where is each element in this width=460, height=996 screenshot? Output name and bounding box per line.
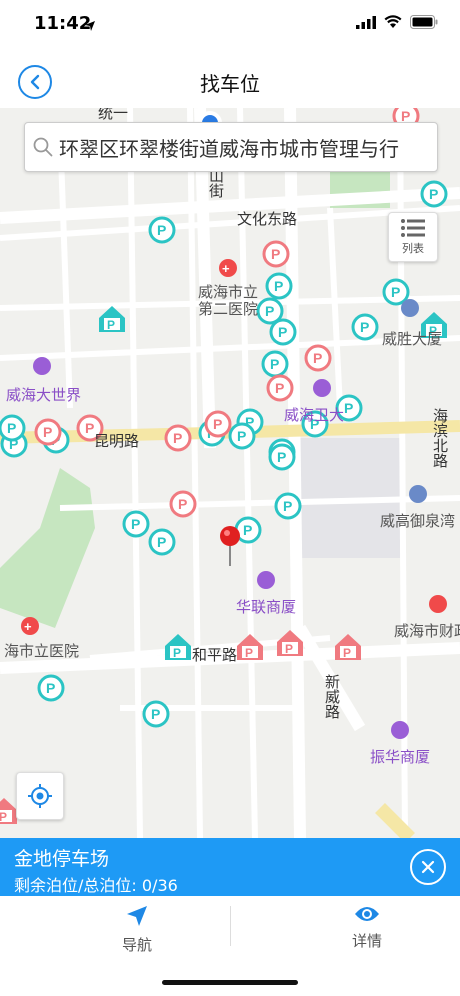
svg-text:P: P [313,350,322,366]
battery-icon [410,14,438,33]
status-icons [356,14,438,33]
parking-info-panel: 金地停车场 剩余泊位/总泊位: 0/36 [0,838,460,896]
svg-text:P: P [243,522,252,538]
tab-details[interactable]: 详情 [252,896,460,956]
svg-text:P: P [178,496,187,512]
tab-divider [230,906,231,946]
svg-text:P: P [283,498,292,514]
list-icon [401,219,425,237]
search-input[interactable]: 环翠区环翠楼街道威海市城市管理与行 [24,122,438,172]
svg-text:P: P [391,284,400,300]
svg-text:P: P [429,186,438,202]
poi-hualian[interactable]: 华联商厦 [236,596,296,617]
close-icon [421,860,435,874]
tab-navigate[interactable]: 导航 [22,896,252,956]
svg-text:P: P [107,318,115,332]
selected-pin-icon [220,526,240,566]
poi-hospital2[interactable]: 威海市立第二医院 [198,284,258,318]
location-arrow-icon [84,17,96,36]
parking-lot-name: 金地停车场 [14,848,110,870]
navigation-bar: 找车位 [0,50,460,108]
svg-text:P: P [265,303,274,319]
svg-text:P: P [270,356,279,372]
tab-details-label: 详情 [351,932,382,950]
navigation-arrow-icon [127,906,147,926]
svg-text:P: P [285,642,293,656]
road-label-heping: 和平路 [192,646,238,664]
svg-text:P: P [7,420,16,436]
crosshair-icon [28,784,52,808]
svg-text:P: P [360,319,369,335]
svg-text:P: P [277,449,286,465]
list-button[interactable]: 列表 [388,212,438,262]
wifi-icon [384,14,402,33]
svg-text:P: P [131,516,140,532]
search-text: 环翠区环翠楼街道威海市城市管理与行 [59,136,399,161]
svg-text:P: P [237,428,246,444]
svg-text:P: P [271,246,280,262]
list-button-label: 列表 [402,242,424,255]
close-panel-button[interactable] [410,849,446,885]
page-title: 找车位 [200,72,260,96]
svg-text:P: P [274,278,283,294]
tab-navigate-label: 导航 [121,936,152,954]
search-icon [33,137,53,157]
road-label-top: 统一 [98,108,129,122]
svg-text:P: P [213,416,222,432]
svg-text:P: P [343,646,351,660]
eye-icon [355,907,379,921]
status-bar: 11:42 [0,0,460,50]
poi-caizheng[interactable]: 威海市财政 [394,620,460,641]
poi-weisheng[interactable]: 威胜大厦 [382,328,442,349]
road-label-kunming: 昆明路 [94,432,140,450]
svg-text:P: P [278,324,287,340]
poi-zhenhua[interactable]: 振华商厦 [370,746,430,767]
svg-text:P: P [0,810,7,824]
poi-yuquan[interactable]: 威高御泉湾 [380,510,455,531]
svg-text:P: P [43,424,52,440]
svg-text:P: P [275,380,284,396]
road-label-haibin: 海滨北路 [431,408,449,468]
poi-weihaiwei[interactable]: 威海卫大 [284,404,344,425]
svg-text:P: P [173,430,182,446]
signal-icon [356,14,376,33]
svg-text:P: P [157,222,166,238]
parking-lot-stats: 剩余泊位/总泊位: 0/36 [14,876,178,895]
road-label-wenhua: 文化东路 [237,210,298,228]
svg-text:P: P [151,706,160,722]
home-indicator[interactable] [162,980,298,985]
status-time: 11:42 [34,13,92,34]
poi-shili[interactable]: 海市立医院 [4,640,79,661]
road-label-xinwei: 新威路 [323,674,341,719]
svg-text:P: P [173,646,181,660]
poi-dashijie[interactable]: 威海大世界 [6,384,81,405]
locate-button[interactable] [16,772,64,820]
svg-text:P: P [245,646,253,660]
svg-text:+: + [222,261,230,276]
svg-text:P: P [157,534,166,550]
road-label-shanjie: 山街 [207,168,225,198]
svg-text:+: + [24,619,32,634]
svg-text:P: P [85,420,94,436]
svg-text:P: P [344,400,353,416]
svg-text:P: P [46,680,55,696]
